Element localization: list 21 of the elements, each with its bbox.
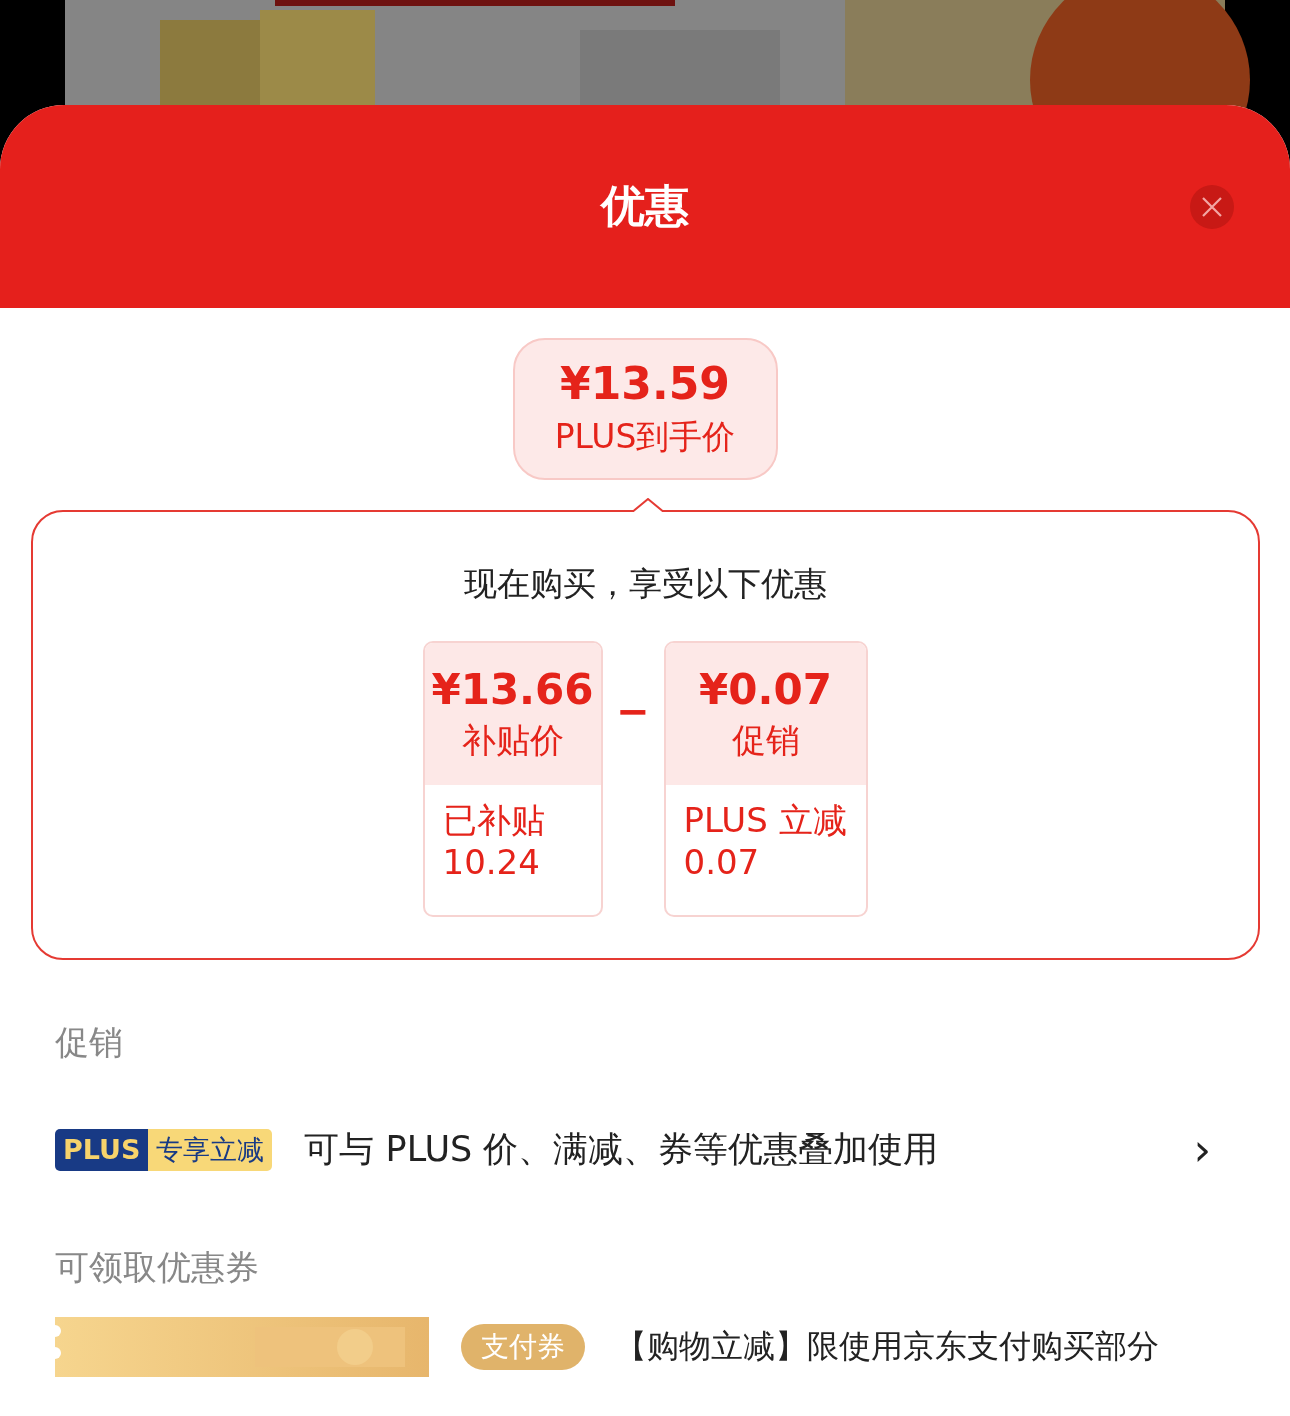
price-amount: ¥13.66: [431, 664, 594, 714]
tag-text: 专享立减: [148, 1128, 273, 1171]
section-heading: 促销: [55, 1021, 124, 1064]
close-icon: [1201, 196, 1223, 218]
final-price: ¥13.59: [560, 358, 730, 409]
promotion-text[interactable]: 可与 PLUS 价、满减、券等优惠叠加使用: [304, 1126, 1194, 1173]
section-heading: 可领取优惠券: [55, 1246, 260, 1289]
price-label: 促销: [731, 718, 800, 762]
price-detail: PLUS 立减 0.07: [682, 799, 848, 884]
price-amount: ¥0.07: [699, 664, 832, 714]
price-label: 补贴价: [461, 718, 564, 762]
final-price-label: PLUS到手价: [554, 416, 736, 458]
close-button[interactable]: [1190, 185, 1234, 229]
coupon-text[interactable]: 【购物立减】限使用京东支付购买部分: [615, 1325, 1159, 1369]
price-detail: 已补贴 10.24: [441, 799, 546, 884]
tag-text: PLUS: [55, 1128, 149, 1171]
minus-sign: −: [616, 691, 650, 731]
chevron-icon[interactable]: ›: [1193, 1124, 1211, 1175]
breakdown-heading: 现在购买，享受以下优惠: [463, 563, 827, 605]
coupon-badge: 支付券: [461, 1324, 585, 1370]
sheet-title: 优惠: [601, 179, 689, 233]
